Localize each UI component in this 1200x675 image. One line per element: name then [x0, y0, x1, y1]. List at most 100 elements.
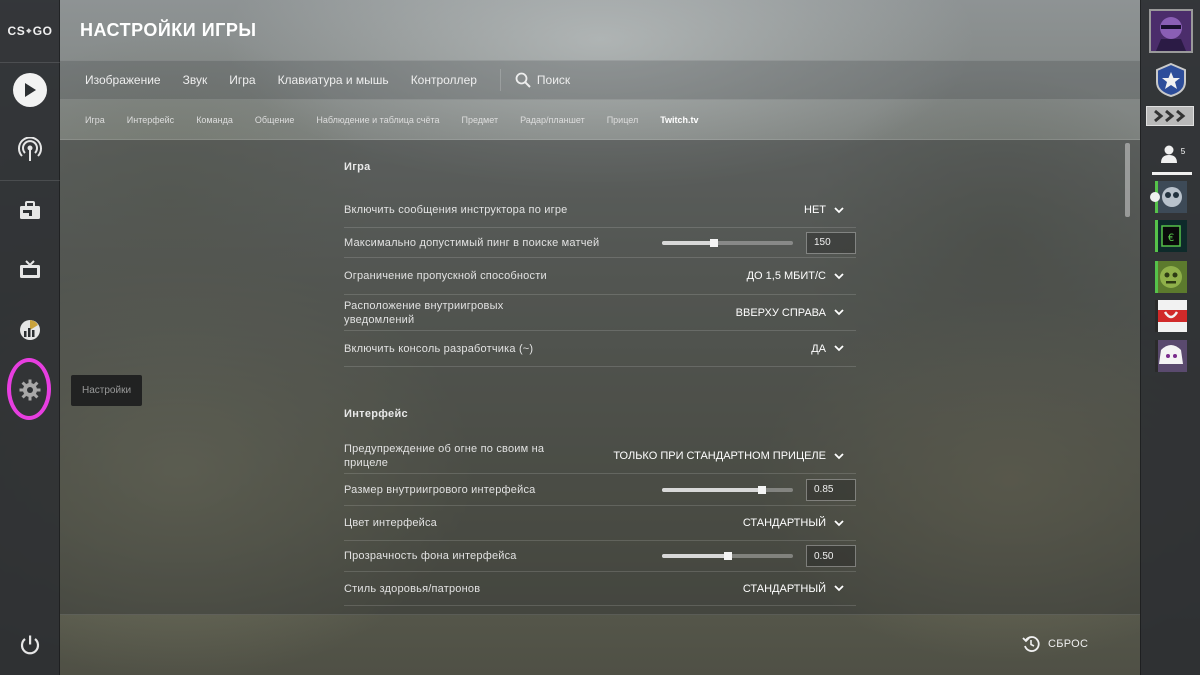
setting-row: Включить консоль разработчика (~) ДА [344, 331, 856, 367]
setting-row: Расположение внутриигровых уведомлений В… [344, 295, 856, 331]
tv-icon [20, 260, 40, 278]
play-button[interactable] [0, 60, 60, 120]
slider[interactable] [662, 238, 793, 247]
setting-row: Размер внутриигрового интерфейса 0.85 [344, 474, 856, 506]
rank-chevrons-icon [1154, 109, 1186, 123]
dropdown-select[interactable]: НЕТ [804, 204, 844, 216]
setting-label: Прозрачность фона интерфейса [344, 550, 517, 562]
chevron-down-icon [834, 272, 844, 279]
inventory-button[interactable] [0, 180, 60, 240]
section-title-interface: Интерфейс [344, 408, 408, 420]
medal-icon [1156, 62, 1186, 98]
reset-history-icon [1022, 636, 1040, 652]
chevron-down-icon [834, 585, 844, 592]
main-tabs: Изображение Звук Игра Клавиатура и мышь … [60, 60, 1140, 100]
scrollbar-thumb[interactable] [1125, 143, 1130, 217]
slider-handle[interactable] [757, 485, 766, 494]
friend-avatar[interactable]: € [1155, 220, 1187, 252]
user-icon [1160, 145, 1177, 163]
player-avatar[interactable] [1149, 9, 1193, 53]
reset-label: СБРОС [1048, 638, 1089, 650]
left-sidebar: CS ⌖ GO [0, 0, 60, 675]
broadcast-icon [18, 137, 42, 161]
setting-row: Включить сообщения инструктора по игре Н… [344, 193, 856, 228]
setting-row: Цвет интерфейса СТАНДАРТНЫЙ [344, 506, 856, 541]
friend-avatar[interactable] [1155, 340, 1187, 372]
service-medal[interactable] [1154, 62, 1188, 98]
friend-count: 5 [1180, 147, 1186, 156]
play-icon [13, 73, 47, 107]
stats-icon [20, 320, 40, 340]
setting-label: Максимально допустимый пинг в поиске мат… [344, 236, 600, 249]
value-input[interactable]: 150 [806, 231, 856, 254]
friends-tab-indicator [1152, 172, 1192, 175]
setting-row: Предупреждение об огне по своим на прице… [344, 439, 856, 474]
dropdown-select[interactable]: ВВЕРХУ СПРАВА [736, 307, 844, 319]
friend-avatar[interactable] [1155, 300, 1187, 332]
setting-row: Прозрачность фона интерфейса 0.50 [344, 541, 856, 572]
chevron-down-icon [834, 206, 844, 213]
setting-row: Максимально допустимый пинг в поиске мат… [344, 228, 856, 258]
dropdown-select[interactable]: ДО 1,5 МБИТ/С [747, 270, 844, 282]
subtab-twitch[interactable]: Twitch.tv [649, 115, 709, 125]
avatar-image [1151, 11, 1191, 51]
tab-controller[interactable]: Контроллер [400, 73, 488, 87]
setting-label: Ограничение пропускной способности [344, 270, 547, 282]
search-label: Поиск [536, 73, 571, 87]
slider[interactable] [662, 552, 793, 560]
tab-video[interactable]: Изображение [74, 73, 172, 87]
right-sidebar [1140, 0, 1200, 675]
tab-game[interactable]: Игра [218, 73, 266, 87]
svg-text:€: € [1168, 233, 1175, 245]
setting-label: Размер внутриигрового интерфейса [344, 483, 536, 496]
setting-label: Предупреждение об огне по своим на прице… [344, 443, 545, 469]
subtab-team[interactable]: Команда [185, 115, 244, 125]
subtab-game[interactable]: Игра [74, 115, 116, 125]
rank-badge[interactable] [1146, 106, 1194, 126]
dropdown-select[interactable]: ДА [811, 343, 844, 355]
highlight-ring-annotation [7, 358, 51, 420]
avatar-image [1155, 340, 1187, 372]
setting-label: Включить сообщения инструктора по игре [344, 204, 568, 216]
subtab-communication[interactable]: Общение [244, 115, 305, 125]
value-input[interactable]: 0.50 [806, 545, 856, 567]
slider-handle[interactable] [723, 552, 732, 560]
tab-keyboard-mouse[interactable]: Клавиатура и мышь [267, 73, 400, 87]
subtab-item[interactable]: Предмет [451, 115, 510, 125]
dropdown-select[interactable]: СТАНДАРТНЫЙ [743, 517, 844, 529]
subtab-interface[interactable]: Интерфейс [116, 115, 185, 125]
dropdown-select[interactable]: ТОЛЬКО ПРИ СТАНДАРТНОМ ПРИЦЕЛЕ [613, 450, 844, 462]
slider[interactable] [662, 485, 793, 494]
setting-row: Ограничение пропускной способности ДО 1,… [344, 258, 856, 295]
csgo-logo[interactable]: CS ⌖ GO [0, 0, 60, 62]
reset-button[interactable]: СБРОС [1022, 635, 1088, 653]
subtab-radar[interactable]: Радар/планшет [509, 115, 596, 125]
chevron-down-icon [834, 519, 844, 526]
slider-handle[interactable] [710, 238, 719, 247]
chevron-down-icon [834, 309, 844, 316]
power-icon [20, 635, 40, 655]
chevron-down-icon [834, 345, 844, 352]
scrollbar[interactable] [1125, 143, 1130, 613]
setting-label: Расположение внутриигровых уведомлений [344, 299, 504, 326]
quit-button[interactable] [0, 615, 60, 675]
stats-button[interactable] [0, 300, 60, 360]
search-button[interactable]: Поиск [515, 72, 570, 88]
header: НАСТРОЙКИ ИГРЫ [60, 0, 1140, 60]
tab-audio[interactable]: Звук [172, 73, 219, 87]
subtab-crosshair[interactable]: Прицел [596, 115, 650, 125]
dropdown-select[interactable]: СТАНДАРТНЫЙ [743, 583, 844, 595]
avatar-image: € [1155, 220, 1187, 252]
setting-row: Стиль здоровья/патронов СТАНДАРТНЫЙ [344, 572, 856, 606]
friend-avatar[interactable] [1155, 261, 1187, 293]
setting-label: Цвет интерфейса [344, 517, 438, 529]
setting-label: Стиль здоровья/патронов [344, 582, 481, 595]
page-title: НАСТРОЙКИ ИГРЫ [80, 19, 257, 40]
watch-button[interactable] [0, 240, 60, 300]
search-icon [515, 72, 531, 88]
inventory-icon [20, 201, 40, 219]
value-input[interactable]: 0.85 [806, 478, 856, 501]
subtab-spectator-scoreboard[interactable]: Наблюдение и таблица счёта [305, 115, 450, 125]
watch-broadcast-button[interactable] [0, 120, 60, 180]
avatar-image [1155, 261, 1187, 293]
